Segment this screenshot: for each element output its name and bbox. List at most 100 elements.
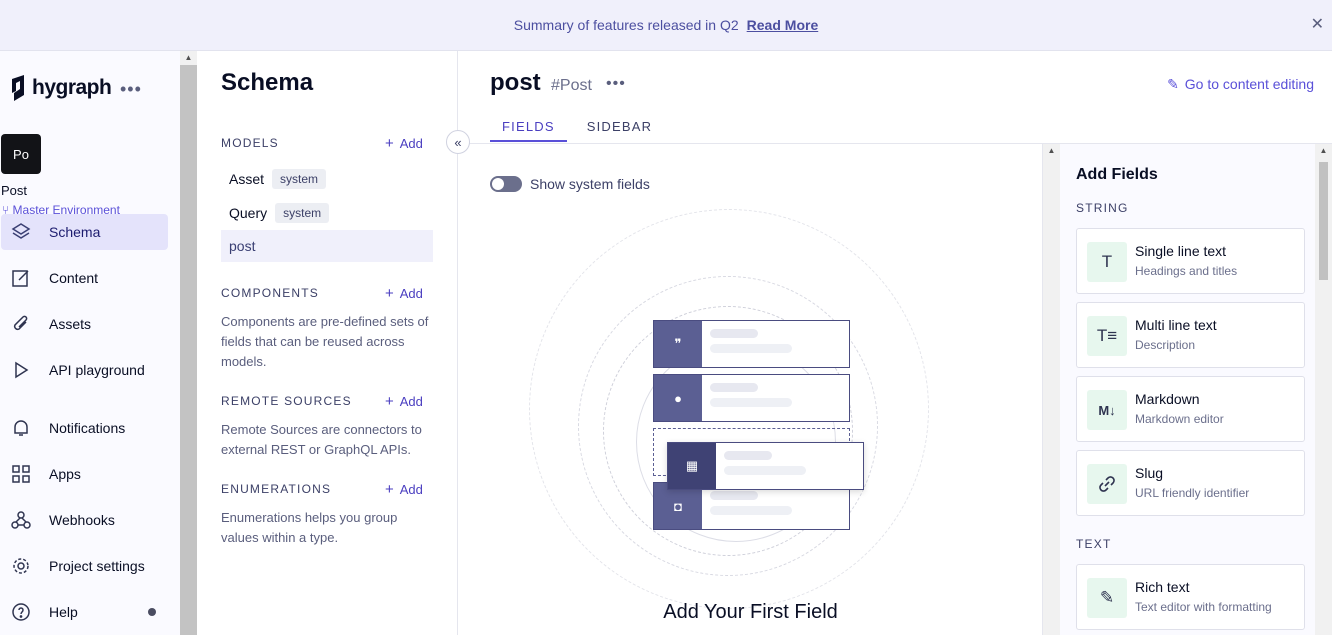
- sidebar-item-schema[interactable]: Schema: [1, 214, 168, 250]
- field-type-desc: Text editor with formatting: [1135, 600, 1272, 614]
- logo-text: hygraph: [32, 76, 112, 99]
- toggle-label: Show system fields: [530, 176, 650, 192]
- string-heading: STRING: [1076, 201, 1129, 215]
- fields-canvas: Show system fields ❞ ● ◘ ▦ Add Your Firs…: [458, 144, 1043, 635]
- add-fields-scrollbar[interactable]: ▲: [1315, 144, 1332, 635]
- model-item-query[interactable]: Query system: [221, 197, 433, 229]
- scroll-up-icon[interactable]: ▲: [1315, 144, 1332, 158]
- model-more-icon[interactable]: •••: [606, 75, 626, 93]
- project-name: Post: [1, 183, 28, 198]
- more-icon[interactable]: •••: [120, 79, 142, 100]
- empty-state-title: Add Your First Field: [663, 601, 838, 623]
- sidebar-item-label: Notifications: [49, 420, 126, 436]
- notification-dot: [148, 608, 156, 616]
- sidebar-item-label: API playground: [49, 362, 145, 378]
- sidebar-item-label: Assets: [49, 316, 92, 332]
- sidebar-item-label: Apps: [49, 466, 81, 482]
- add-fields-panel: Add Fields STRING T Single line text Hea…: [1060, 144, 1315, 635]
- sidebar-item-api-playground[interactable]: API playground: [1, 352, 168, 388]
- model-editor: post #Post ••• ✎ Go to content editing FI…: [458, 51, 1332, 635]
- illustration-card-dragging: ▦: [667, 442, 864, 490]
- sidebar-item-notifications[interactable]: Notifications: [1, 410, 168, 446]
- field-type-rich-text[interactable]: ✎ Rich text Text editor with formatting: [1076, 564, 1305, 630]
- project-avatar[interactable]: Po: [1, 134, 41, 174]
- page-title: Schema: [221, 69, 314, 96]
- quote-icon: ❞: [654, 321, 702, 367]
- canvas-scrollbar[interactable]: ▲: [1043, 144, 1060, 635]
- components-description: Components are pre-defined sets of field…: [221, 314, 429, 369]
- sidebar-item-content[interactable]: Content: [1, 260, 168, 296]
- tab-sidebar[interactable]: SIDEBAR: [575, 119, 664, 142]
- chevrons-left-icon: «: [454, 134, 462, 150]
- apps-icon: [1, 464, 41, 484]
- model-title: post: [490, 69, 541, 96]
- collapse-panel-button[interactable]: «: [446, 130, 470, 154]
- field-type-name: Rich text: [1135, 579, 1190, 595]
- link-icon: [1087, 464, 1127, 504]
- sidebar-scrollbar[interactable]: ▲: [180, 51, 197, 635]
- field-type-markdown[interactable]: M↓ Markdown Markdown editor: [1076, 376, 1305, 442]
- system-badge: system: [272, 169, 327, 189]
- system-fields-toggle[interactable]: [490, 176, 522, 192]
- multiline-text-icon: T≡: [1087, 316, 1127, 356]
- components-heading: COMPONENTS: [221, 286, 320, 300]
- layers-icon: [1, 222, 41, 242]
- field-type-name: Markdown: [1135, 391, 1200, 407]
- model-name: Asset: [229, 171, 265, 187]
- add-component-button[interactable]: Add: [385, 285, 423, 302]
- text-heading: TEXT: [1076, 537, 1112, 551]
- gear-icon: [1, 556, 41, 576]
- field-type-desc: URL friendly identifier: [1135, 486, 1250, 500]
- field-type-desc: Headings and titles: [1135, 264, 1238, 278]
- field-type-single-line-text[interactable]: T Single line text Headings and titles: [1076, 228, 1305, 294]
- hygraph-logo-icon: [12, 75, 24, 101]
- webhook-icon: [1, 510, 41, 530]
- add-enumeration-button[interactable]: Add: [385, 481, 423, 498]
- bell-icon: [1, 418, 41, 438]
- field-type-name: Multi line text: [1135, 317, 1217, 333]
- sidebar-item-apps[interactable]: Apps: [1, 456, 168, 492]
- scroll-up-icon[interactable]: ▲: [1043, 144, 1060, 158]
- go-to-content-editing-link[interactable]: ✎ Go to content editing: [1167, 76, 1314, 93]
- add-remote-source-button[interactable]: Add: [385, 393, 423, 410]
- location-pin-icon: ●: [654, 375, 702, 421]
- scroll-up-icon[interactable]: ▲: [180, 51, 197, 65]
- close-icon[interactable]: ✕: [1311, 14, 1324, 34]
- text-icon: T: [1087, 242, 1127, 282]
- banner-text: Summary of features released in Q2: [513, 17, 739, 33]
- hygraph-logo[interactable]: hygraph: [10, 75, 112, 101]
- read-more-link[interactable]: Read More: [747, 17, 819, 33]
- model-item-asset[interactable]: Asset system: [221, 163, 433, 195]
- tab-fields[interactable]: FIELDS: [490, 119, 567, 142]
- sidebar-item-help[interactable]: Help: [1, 594, 168, 630]
- sidebar-item-project-settings[interactable]: Project settings: [1, 548, 168, 584]
- play-icon: [1, 360, 41, 380]
- model-item-post[interactable]: post: [221, 230, 433, 262]
- system-badge: system: [275, 203, 330, 223]
- field-type-slug[interactable]: Slug URL friendly identifier: [1076, 450, 1305, 516]
- enumerations-heading: ENUMERATIONS: [221, 482, 332, 496]
- sidebar-item-label: Project settings: [49, 558, 145, 574]
- calendar-icon: ▦: [668, 443, 716, 489]
- field-type-desc: Markdown editor: [1135, 412, 1224, 426]
- sidebar: hygraph ••• Po Post ⑂ Master Environment…: [0, 51, 180, 635]
- add-model-button[interactable]: Add: [385, 135, 423, 152]
- model-api-id: #Post: [551, 77, 592, 94]
- sidebar-item-assets[interactable]: Assets: [1, 306, 168, 342]
- field-type-desc: Description: [1135, 338, 1196, 352]
- model-name: post: [229, 238, 256, 254]
- field-type-multi-line-text[interactable]: T≡ Multi line text Description: [1076, 302, 1305, 368]
- help-icon: [1, 602, 41, 622]
- illustration-card: ●: [653, 374, 850, 422]
- sidebar-item-label: Schema: [49, 224, 101, 240]
- scroll-thumb[interactable]: [1319, 162, 1328, 280]
- edit-icon: [1, 268, 41, 288]
- sidebar-item-label: Content: [49, 270, 99, 286]
- field-type-name: Slug: [1135, 465, 1164, 481]
- sidebar-item-label: Webhooks: [49, 512, 115, 528]
- schema-panel: Schema MODELS Add Asset system Query sys…: [197, 51, 458, 635]
- model-name: Query: [229, 205, 268, 221]
- remote-sources-description: Remote Sources are connectors to externa…: [221, 422, 422, 457]
- enumerations-description: Enumerations helps you group values with…: [221, 510, 398, 545]
- sidebar-item-webhooks[interactable]: Webhooks: [1, 502, 168, 538]
